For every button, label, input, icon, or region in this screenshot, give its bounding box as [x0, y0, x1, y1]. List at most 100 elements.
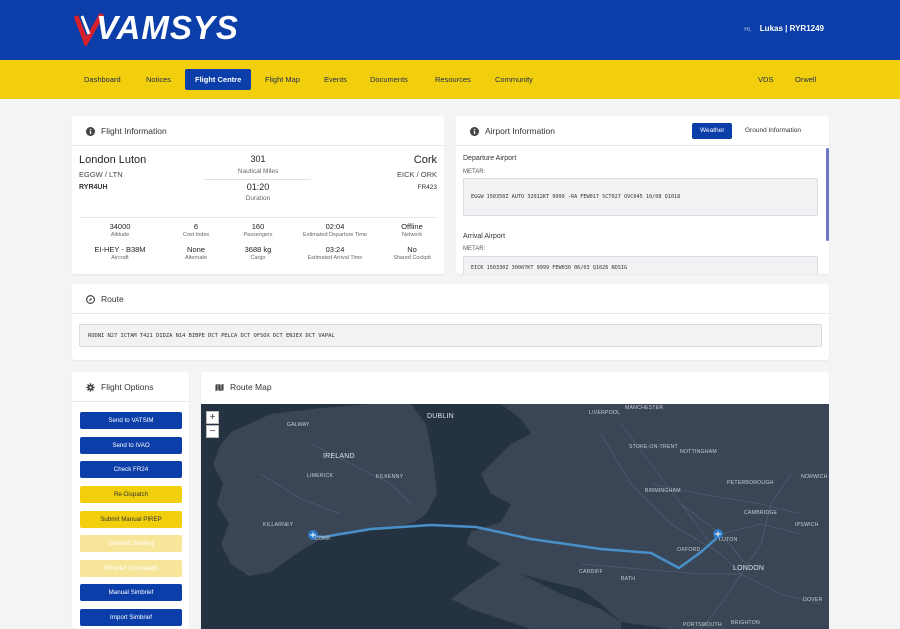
submit-manual-pirep-button[interactable]: Submit Manual PIREP	[80, 511, 182, 528]
nav-flight-map[interactable]: Flight Map	[255, 69, 310, 90]
stat-value: No	[407, 245, 417, 254]
departure-codes: EGGW / LTN	[79, 170, 123, 179]
check-fr24-button[interactable]: Check FR24	[80, 461, 182, 478]
stat-aircraft: EI-HEY - B38M Aircraft	[85, 245, 155, 261]
nav-events[interactable]: Events	[314, 69, 357, 90]
distance-value: 301	[250, 154, 266, 164]
departure-city: London Luton	[79, 154, 147, 166]
route-map-title: Route Map	[215, 382, 272, 392]
map-label-bath: BATH	[621, 576, 636, 582]
arrival-metar-label: METAR:	[463, 246, 486, 252]
map-label-peterborough: PETERBOROUGH	[727, 480, 774, 486]
nav-dashboard[interactable]: Dashboard	[74, 69, 131, 90]
map-label-killarney: KILLARNEY	[263, 522, 294, 528]
map-label-limerick: LIMERICK	[307, 473, 334, 479]
route-map[interactable]: DUBLIN LIVERPOOL MANCHESTER GALWAY IRELA…	[201, 404, 829, 629]
main-nav: Dashboard Notices Flight Centre Flight M…	[0, 60, 900, 99]
nav-vds[interactable]: VDS	[748, 69, 783, 90]
stat-est-arrival: 03:24 Estimated Arrival Time	[285, 245, 385, 261]
arrival-airport-heading: Arrival Airport	[463, 233, 506, 240]
map-label-liverpool: LIVERPOOL	[589, 410, 621, 416]
stat-alternate: None Alternate	[161, 245, 231, 261]
arrival-codes: EICK / ORK	[396, 170, 437, 179]
stat-label: Network	[401, 232, 423, 238]
map-label-manchester: MANCHESTER	[625, 405, 664, 411]
stat-label: Estimated Departure Time	[303, 232, 367, 238]
nav-documents[interactable]: Documents	[360, 69, 418, 90]
map-label-nottingham: NOTTINGHAM	[680, 449, 717, 455]
map-label-oxford: OXFORD	[677, 547, 701, 553]
stat-passengers: 160 Passengers	[223, 222, 293, 238]
scrollbar[interactable]	[826, 148, 829, 241]
map-label-kilkenny: KILKENNY	[376, 474, 404, 480]
stat-label: Cargo	[250, 255, 266, 261]
nav-flight-centre[interactable]: Flight Centre	[185, 69, 252, 90]
map-label-norwich: NORWICH	[801, 474, 828, 480]
map-label-stoke-on-trent: STOKE-ON-TRENT	[629, 444, 678, 450]
stat-label: Alternate	[184, 255, 207, 261]
re-dispatch-button[interactable]: Re-Dispatch	[80, 486, 182, 503]
map-label-london: LONDON	[733, 565, 765, 572]
stat-value: 3688 kg	[244, 245, 272, 254]
stat-value: 03:24	[325, 245, 345, 254]
import-simbrief-button[interactable]: Import Simbrief	[80, 609, 182, 626]
divider	[72, 145, 444, 146]
nav-resources[interactable]: Resources	[425, 69, 481, 90]
route-card: Route RODNI N27 ICTAM T421 DIDZA N14 BIB…	[72, 284, 829, 360]
divider	[72, 401, 189, 402]
stat-cargo: 3688 kg Cargo	[223, 245, 293, 261]
route-title-text: Route	[101, 294, 124, 304]
divider	[456, 145, 829, 146]
distance-unit: Nautical Miles	[237, 168, 279, 175]
tab-ground-information[interactable]: Ground Information	[737, 123, 809, 139]
simbrief-briefing-button[interactable]: Simbrief Briefing	[80, 535, 182, 552]
nav-community[interactable]: Community	[485, 69, 543, 90]
departure-metar-label: METAR:	[463, 169, 486, 175]
map-canvas	[213, 404, 829, 629]
stat-altitude: 34000 Altitude	[85, 222, 155, 238]
send-to-ivao-button[interactable]: Send to IVAO	[80, 437, 182, 454]
stat-network: Offline Network	[377, 222, 447, 238]
nav-orwell[interactable]: Orwell	[785, 69, 826, 90]
stat-value: 6	[193, 222, 199, 231]
flight-information-title: Flight Information	[86, 126, 167, 136]
top-header: VAMSYS Hi, Lukas | RYR1249	[0, 0, 900, 60]
duration-value: 01:20	[246, 182, 270, 192]
stat-value: 02:04	[325, 222, 345, 231]
flight-number: FR423	[417, 184, 437, 191]
map-label-cardiff: CARDIFF	[579, 569, 603, 575]
map-label-galway: GALWAY	[287, 422, 310, 428]
ireland-landmass	[213, 404, 437, 576]
departure-airport-heading: Departure Airport	[463, 155, 517, 162]
gear-icon	[86, 382, 95, 392]
flight-information-title-text: Flight Information	[101, 126, 167, 136]
stat-value: EI-HEY - B38M	[94, 245, 146, 254]
greeting-prefix: Hi,	[744, 27, 752, 33]
zoom-out-button[interactable]: −	[206, 425, 219, 438]
zoom-in-button[interactable]: +	[206, 411, 219, 424]
arrival-city: Cork	[413, 154, 437, 166]
airport-information-title-text: Airport Information	[485, 126, 555, 136]
nav-notices[interactable]: Notices	[136, 69, 181, 90]
user-name[interactable]: Lukas | RYR1249	[760, 24, 824, 33]
divider	[79, 217, 437, 218]
airport-information-card: Airport Information Weather Ground Infor…	[456, 116, 829, 274]
route-string[interactable]: RODNI N27 ICTAM T421 DIDZA N14 BIBPE DCT…	[79, 324, 822, 347]
simbrief-downloads-button[interactable]: Simbrief Downloads	[80, 560, 182, 577]
map-label-ipswich: IPSWICH	[795, 522, 819, 528]
user-greeting[interactable]: Hi, Lukas | RYR1249	[744, 24, 824, 33]
callsign: RYR4UH	[79, 184, 108, 191]
stat-shared-cockpit: No Shared Cockpit	[377, 245, 447, 261]
map-label-brighton: BRIGHTON	[731, 620, 760, 626]
manual-simbrief-button[interactable]: Manual Simbrief	[80, 584, 182, 601]
stat-value: 160	[251, 222, 265, 231]
flight-information-card: Flight Information London Luton EGGW / L…	[72, 116, 444, 274]
arrival-metar: EICK 150330Z 30007KT 9999 FEW030 06/03 Q…	[463, 256, 818, 274]
stat-value: Offline	[401, 222, 423, 231]
map-label-dublin: DUBLIN	[427, 413, 454, 420]
tab-weather[interactable]: Weather	[692, 123, 733, 139]
send-to-vatsim-button[interactable]: Send to VATSIM	[80, 412, 182, 429]
logo[interactable]: VAMSYS	[96, 9, 239, 47]
map-label-cork: CORK	[315, 536, 331, 542]
stat-label: Aircraft	[111, 255, 129, 261]
